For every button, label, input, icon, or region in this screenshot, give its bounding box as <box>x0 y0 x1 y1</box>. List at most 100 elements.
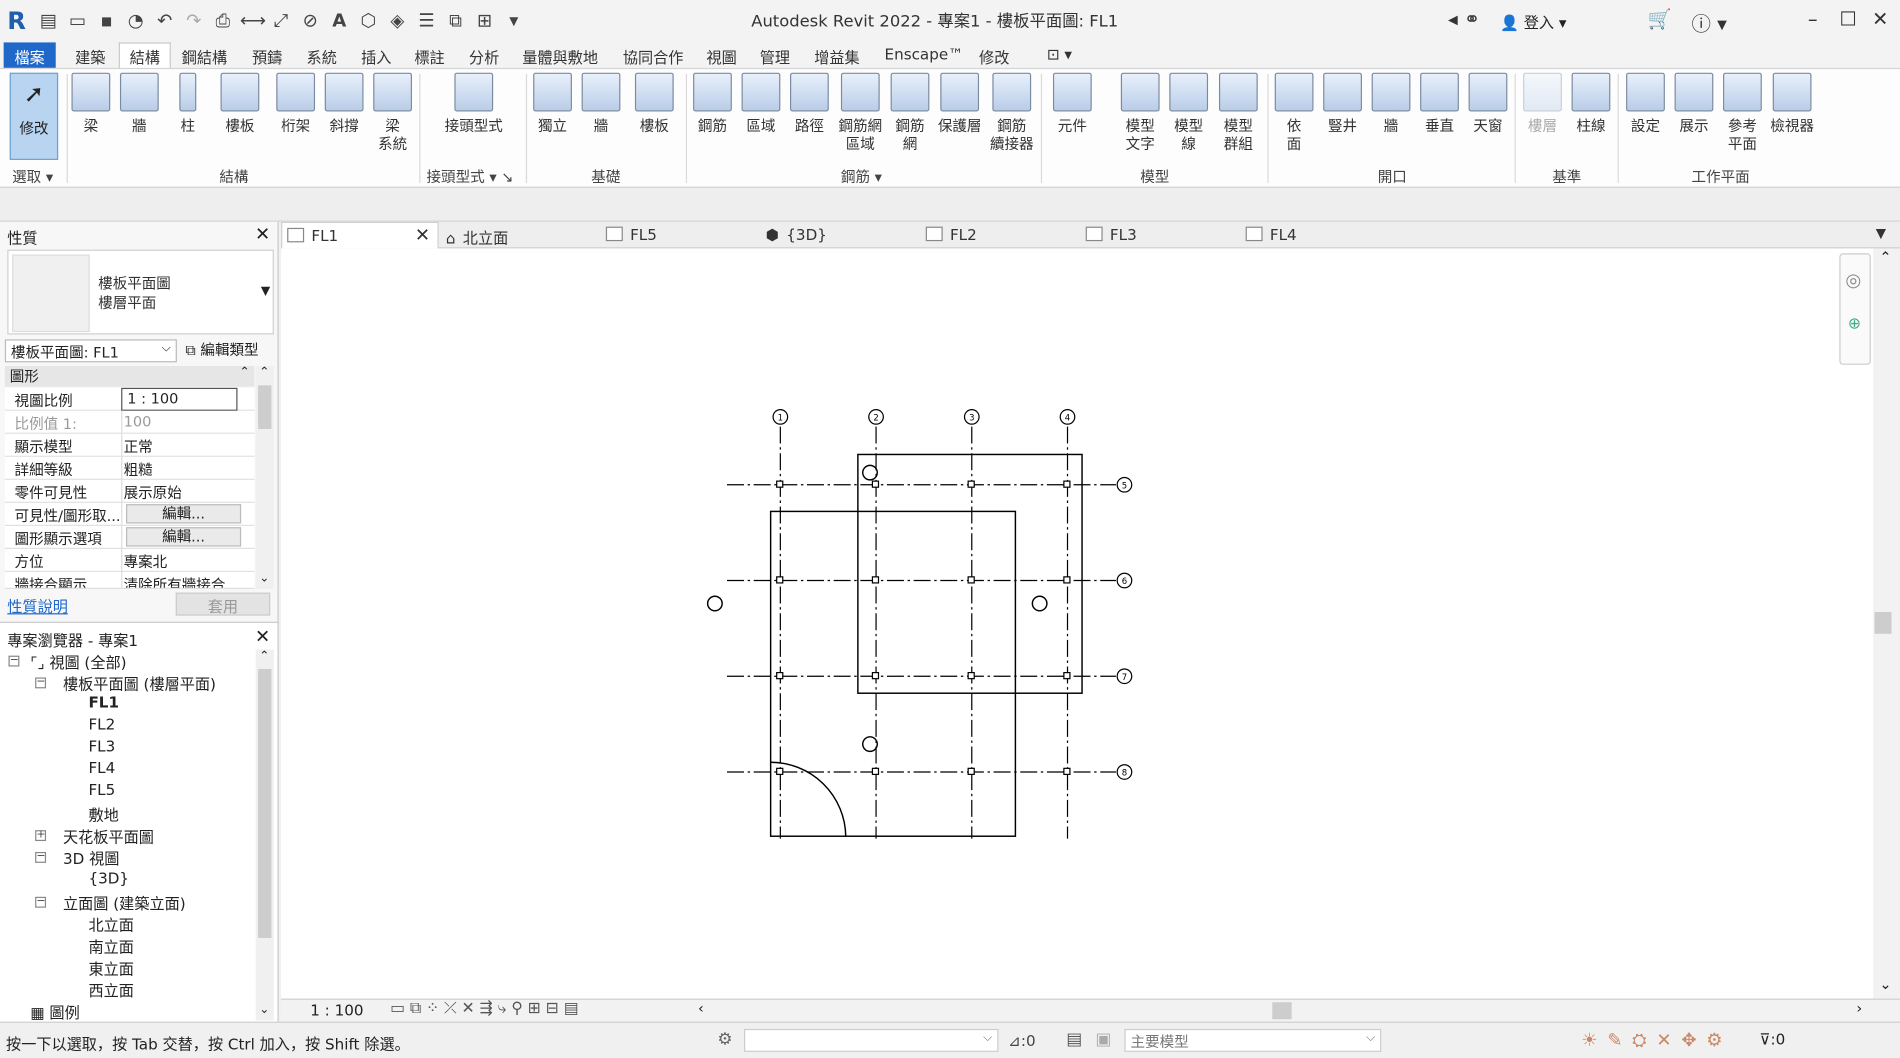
3d-view-icon[interactable]: ⬡ <box>356 10 380 32</box>
tree-item-3d-views[interactable]: 3D 視圖 <box>63 846 119 869</box>
rebar-coupler-button[interactable]: 鋼筋 續接器 <box>988 72 1036 154</box>
scroll-down-icon[interactable]: ⌄ <box>1879 976 1891 993</box>
collapse-icon[interactable]: − <box>35 851 47 863</box>
scroll-up-icon[interactable]: ⌃ <box>259 650 269 663</box>
tab-massing-site[interactable]: 量體與敷地 <box>522 45 598 68</box>
sync-icon[interactable]: ◔ <box>124 10 148 32</box>
save-icon[interactable]: ▪ <box>95 10 119 32</box>
drawing-canvas[interactable]: 1 2 3 4 5 6 7 8 <box>281 248 1874 999</box>
fabric-sheet-button[interactable]: 鋼筋 網 <box>886 72 934 154</box>
view-scale[interactable]: 1 : 100 <box>310 1001 363 1019</box>
tree-item-north[interactable]: 北立面 <box>88 913 133 936</box>
scroll-thumb[interactable] <box>258 385 272 430</box>
tree-item-west[interactable]: 西立面 <box>88 978 133 1001</box>
canvas-vertical-scrollbar[interactable]: ⌃ ⌄ <box>1873 248 1900 999</box>
tab-view[interactable]: 視圖 <box>706 45 736 68</box>
connection-button[interactable]: 接頭型式 <box>445 72 503 136</box>
group-header-graphics[interactable]: 圖形 ⌃ <box>4 365 255 387</box>
section-icon[interactable]: ◈ <box>385 10 409 32</box>
view-tab-north[interactable]: ⌂ 北立面 <box>446 222 508 249</box>
type-selector[interactable]: 樓板平面圖 樓層平面 ▼ <box>7 249 274 335</box>
open-icon[interactable]: ▭ <box>65 10 89 32</box>
tab-analyze[interactable]: 分析 <box>469 45 499 68</box>
prop-row[interactable]: 詳細等級 粗糙 <box>4 456 255 480</box>
tab-architecture[interactable]: 建築 <box>75 45 105 68</box>
thin-lines-icon[interactable]: ☰ <box>414 10 438 32</box>
panel-rebar[interactable]: 鋼筋 ▾ <box>841 166 882 187</box>
tree-item-fl2[interactable]: FL2 <box>88 715 115 733</box>
undo-icon[interactable]: ↶ <box>153 10 177 32</box>
editable-only-icon[interactable]: ▣ <box>1095 1030 1111 1049</box>
dimension-icon[interactable]: ⤢ <box>269 10 293 32</box>
floor-button[interactable]: 樓板 <box>216 72 264 136</box>
horizontal-scroll-thumb[interactable] <box>1272 1002 1292 1020</box>
measure-icon[interactable]: ⟷ <box>240 10 266 32</box>
customize-qat-icon[interactable]: ▾ <box>502 10 526 32</box>
tab-addins[interactable]: 增益集 <box>814 45 859 68</box>
tree-item-views-all[interactable]: ⌜⌟ 視圖 (全部) <box>30 650 126 673</box>
close-tab-icon[interactable]: ✕ <box>415 224 430 246</box>
by-face-button[interactable]: 依 面 <box>1270 72 1318 154</box>
tree-item-legends[interactable]: ▦ 圖例 <box>30 1000 79 1023</box>
panel-select[interactable]: 選取 ▾ <box>12 166 53 187</box>
scroll-up-icon[interactable]: ⌃ <box>1879 248 1891 265</box>
home-icon[interactable]: ▤ <box>36 10 60 32</box>
tabs-menu-icon[interactable]: ▼ <box>1876 222 1886 249</box>
tab-collaborate[interactable]: 協同合作 <box>623 45 684 68</box>
tree-item-ceiling-plans[interactable]: 天花板平面圖 <box>63 824 154 847</box>
tree-item-south[interactable]: 南立面 <box>88 934 133 957</box>
revit-logo-icon[interactable]: R <box>7 7 29 34</box>
close-icon[interactable]: ✕ <box>255 223 270 245</box>
tree-item-fl5[interactable]: FL5 <box>88 780 115 798</box>
redo-icon[interactable]: ↷ <box>182 10 206 32</box>
scroll-down-icon[interactable]: ⌄ <box>259 572 269 585</box>
tree-item-3d[interactable]: {3D} <box>88 869 129 887</box>
tree-item-site[interactable]: 敷地 <box>88 802 118 825</box>
user-signin[interactable]: 👤 登入 ▾ <box>1500 10 1566 33</box>
dormer-button[interactable]: 天窗 <box>1464 72 1512 136</box>
worksets-icon[interactable]: ⚙ <box>717 1030 732 1049</box>
view-tab-fl5[interactable]: FL5 <box>605 222 657 249</box>
view-control-icons[interactable]: ▭⧉⁘⤫✕⇶⤷⚲⊞⊟▤ <box>390 1000 583 1018</box>
search-binoculars-icon[interactable]: ◂ ⚭ <box>1448 7 1480 30</box>
view-tab-fl3[interactable]: FL3 <box>1085 222 1137 249</box>
design-options-icon[interactable]: ▤ <box>1066 1030 1082 1049</box>
tab-systems[interactable]: 系統 <box>307 45 337 68</box>
tab-manage[interactable]: 管理 <box>760 45 790 68</box>
expand-icon[interactable]: + <box>35 830 47 842</box>
scroll-down-icon[interactable]: ⌄ <box>259 1003 269 1016</box>
tab-modify[interactable]: 修改 <box>979 45 1009 68</box>
graphic-display-edit-button[interactable]: 編輯... <box>126 527 242 547</box>
cart-icon[interactable]: 🛒 <box>1648 7 1672 30</box>
scroll-right-icon[interactable]: › <box>1856 1000 1862 1017</box>
properties-scrollbar[interactable]: ⌃ ⌄ <box>255 365 274 589</box>
apply-button[interactable]: 套用 <box>175 592 271 616</box>
model-group-button[interactable]: 模型 群組 <box>1214 72 1262 154</box>
workset-combo[interactable]: ⌵ <box>743 1028 999 1052</box>
close-button[interactable]: ✕ <box>1872 7 1888 30</box>
tab-insert[interactable]: 插入 <box>361 45 391 68</box>
view-tab-3d[interactable]: ⬢ {3D} <box>766 222 827 249</box>
view-instance-select[interactable]: 樓板平面圖: FL1 ⌵ <box>4 339 177 363</box>
maximize-button[interactable]: ☐ <box>1839 7 1856 30</box>
tree-item-fl3[interactable]: FL3 <box>88 737 115 755</box>
scroll-up-icon[interactable]: ⌃ <box>259 366 269 379</box>
tag-icon[interactable]: ⊘ <box>298 10 322 32</box>
grid-button[interactable]: 柱線 <box>1567 72 1615 136</box>
filter-count[interactable]: ⊽:0 <box>1759 1030 1785 1048</box>
scroll-left-icon[interactable]: ‹ <box>698 1000 704 1017</box>
view-tab-fl2[interactable]: FL2 <box>925 222 977 249</box>
component-button[interactable]: 元件 <box>1048 72 1096 136</box>
print-icon[interactable]: ⎙ <box>211 10 235 32</box>
vg-edit-button[interactable]: 編輯... <box>126 504 242 524</box>
viewer-button[interactable]: 檢視器 <box>1768 72 1816 136</box>
collapse-icon[interactable]: − <box>8 655 20 667</box>
tab-annotate[interactable]: 標註 <box>414 45 444 68</box>
minimize-button[interactable]: – <box>1808 7 1818 30</box>
tree-item-elevations[interactable]: 立面圖 (建築立面) <box>63 891 186 914</box>
text-icon[interactable]: A <box>327 10 351 32</box>
close-icon[interactable]: ✕ <box>255 625 270 647</box>
tree-item-fl4[interactable]: FL4 <box>88 759 115 777</box>
view-tab-fl1[interactable]: FL1 ✕ <box>281 221 439 249</box>
tab-steel[interactable]: 鋼結構 <box>182 45 227 68</box>
